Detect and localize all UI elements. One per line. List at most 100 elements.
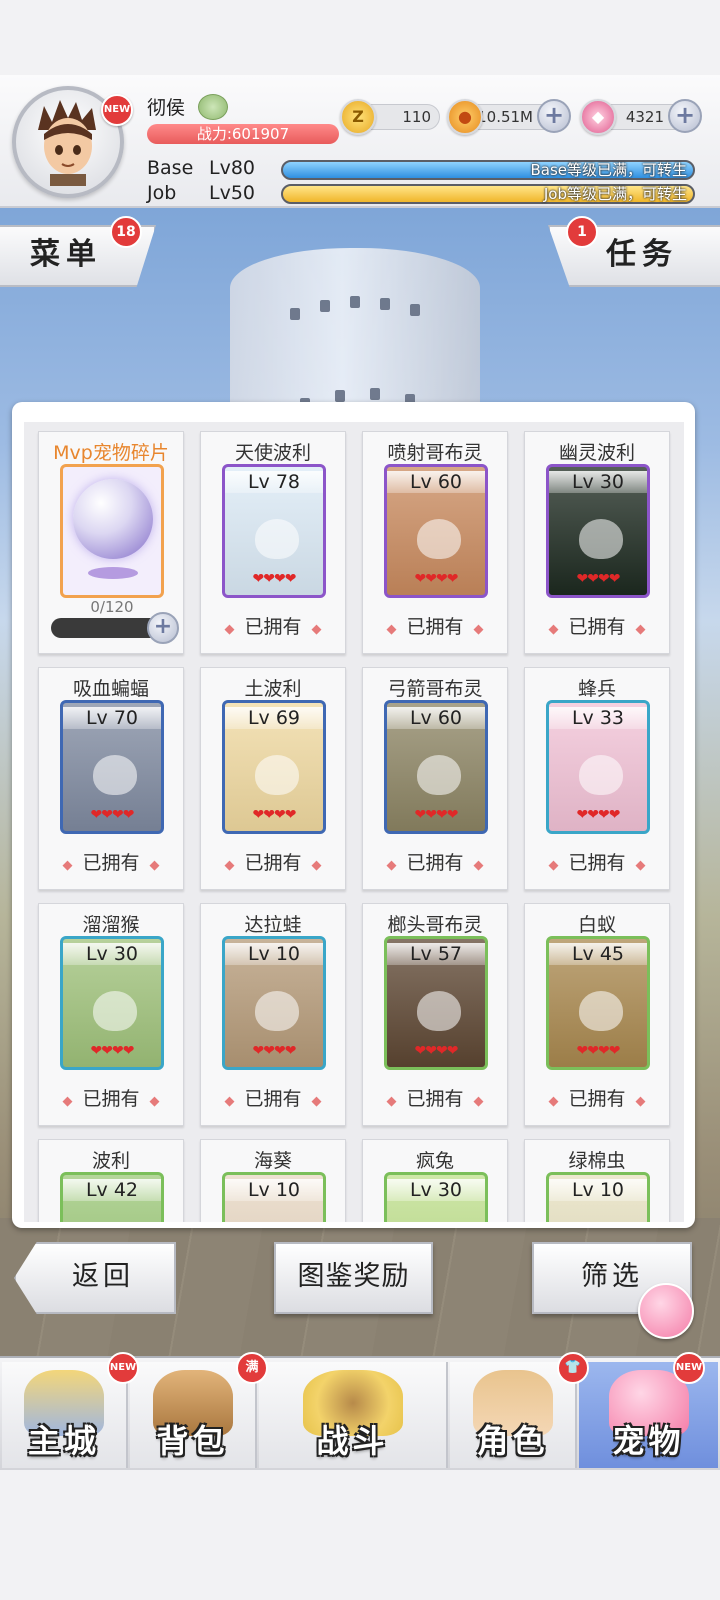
pet-card[interactable]: 吸血蝙蝠 Lv 70 ❤❤❤❤ ◆ 已拥有 ◆ (38, 667, 184, 890)
owned-label: 已拥有 (82, 1088, 140, 1110)
mvp-fragment-image (60, 464, 164, 598)
zeny-amount: 110 (402, 108, 431, 126)
mvp-fragment-card[interactable]: Mvp宠物碎片 0/120 + (38, 431, 184, 654)
pet-portrait: Lv 78 ❤❤❤❤ (222, 464, 326, 598)
pet-level: Lv 42 (63, 1179, 161, 1201)
nav-pet-badge: NEW (673, 1352, 705, 1384)
back-button[interactable]: 返回 (14, 1242, 176, 1314)
pet-name: 蜂兵 (577, 678, 616, 700)
diamond-icon: ◆ (311, 622, 322, 637)
pet-name: 达拉蛙 (244, 914, 302, 936)
avatar-new-badge: NEW (101, 94, 133, 126)
pet-level: Lv 60 (387, 471, 485, 493)
diamond-icon: ◆ (635, 622, 646, 637)
owned-status: ◆ 已拥有 ◆ (201, 612, 345, 639)
pet-portrait: Lv 10❤❤❤❤ (222, 936, 326, 1070)
add-fragment-button[interactable]: + (147, 612, 179, 644)
pet-name: 弓箭哥布灵 (387, 678, 483, 700)
owned-label: 已拥有 (568, 1088, 626, 1110)
diamond-icon: ◆ (62, 1094, 73, 1109)
pet-name: 疯兔 (415, 1150, 454, 1172)
task-badge: 1 (566, 216, 598, 248)
job-label: Job (147, 182, 177, 204)
pet-portrait: Lv 10❤❤❤❤ (222, 1172, 326, 1222)
pet-card[interactable]: 达拉蛙 Lv 10 ❤❤❤❤ ◆ 已拥有 ◆ (200, 903, 346, 1126)
nav-bag[interactable]: 背包 (130, 1362, 257, 1468)
combat-power: 战力:601907 (147, 124, 339, 144)
job-level: Lv50 (209, 182, 256, 204)
pet-creature-icon (579, 755, 623, 795)
pet-portrait: Lv 30❤❤❤❤ (60, 936, 164, 1070)
base-level: Lv80 (209, 157, 256, 179)
pet-affection-hearts: ❤❤❤❤ (414, 571, 459, 587)
diamond-icon: ◆ (311, 1094, 322, 1109)
pet-portrait: Lv 10❤❤❤❤ (546, 1172, 650, 1222)
owned-label: 已拥有 (568, 616, 626, 638)
diamond-icon: ◆ (386, 622, 397, 637)
gem-icon: ◆ (580, 99, 616, 135)
pet-level: Lv 57 (387, 943, 485, 965)
pet-card[interactable]: 白蚁 Lv 45 ❤❤❤❤ ◆ 已拥有 ◆ (524, 903, 670, 1126)
pet-card[interactable]: 海葵Lv 10❤❤❤❤◆已拥有◆ (200, 1139, 346, 1222)
diamond-icon: ◆ (386, 858, 397, 873)
pet-card[interactable]: 弓箭哥布灵 Lv 60 ❤❤❤❤ ◆ 已拥有 ◆ (362, 667, 508, 890)
owned-label: 已拥有 (244, 616, 302, 638)
nav-character[interactable]: 角色 (450, 1362, 577, 1468)
add-gold-button[interactable]: + (537, 99, 571, 133)
menu-badge: 18 (110, 216, 142, 248)
pet-name: 波利 (91, 1150, 130, 1172)
nav-battle[interactable]: 战斗 (259, 1362, 448, 1468)
pet-portrait: Lv 30❤❤❤❤ (384, 1172, 488, 1222)
pet-name: 白蚁 (577, 914, 616, 936)
owned-status: ◆ 已拥有 ◆ (525, 848, 669, 875)
diamond-icon: ◆ (224, 1094, 235, 1109)
pet-level: Lv 30 (549, 471, 647, 493)
pet-name: 喷射哥布灵 (387, 442, 483, 464)
gold-coin-icon: ● (447, 99, 483, 135)
pet-card[interactable]: 疯兔Lv 30❤❤❤❤◆已拥有◆ (362, 1139, 508, 1222)
nav-character-label: 角色 (476, 1422, 549, 1460)
pet-portrait: Lv 42❤❤❤❤ (60, 1172, 164, 1222)
diamond-icon: ◆ (473, 858, 484, 873)
pet-card[interactable]: 溜溜猴 Lv 30 ❤❤❤❤ ◆ 已拥有 ◆ (38, 903, 184, 1126)
pet-card[interactable]: 喷射哥布灵 Lv 60 ❤❤❤❤ ◆ 已拥有 ◆ (362, 431, 508, 654)
pet-affection-hearts: ❤❤❤❤ (576, 571, 621, 587)
collection-reward-button[interactable]: 图鉴奖励 (274, 1242, 433, 1314)
pet-name: 天使波利 (234, 442, 311, 464)
pet-portrait: Lv 30 ❤❤❤❤ (546, 464, 650, 598)
pet-affection-hearts: ❤❤❤❤ (576, 1043, 621, 1059)
add-gem-button[interactable]: + (668, 99, 702, 133)
pet-card[interactable]: 幽灵波利 Lv 30 ❤❤❤❤ ◆ 已拥有 ◆ (524, 431, 670, 654)
nav-pet-label: 宠物 (612, 1422, 685, 1460)
poring-mascot-icon[interactable] (638, 1283, 694, 1339)
owned-status: ◆ 已拥有 ◆ (39, 848, 183, 875)
menu-tab-label: 菜单 (30, 237, 102, 272)
owned-label: 已拥有 (244, 852, 302, 874)
pet-level: Lv 10 (225, 943, 323, 965)
pet-name: 土波利 (244, 678, 302, 700)
nav-main-city[interactable]: 主城 (2, 1362, 128, 1468)
pet-name: 海葵 (253, 1150, 292, 1172)
mvp-fragment-title: Mvp宠物碎片 (53, 442, 169, 464)
pet-name: 溜溜猴 (82, 914, 140, 936)
diamond-icon: ◆ (149, 858, 160, 873)
diamond-icon: ◆ (149, 1094, 160, 1109)
pet-level: Lv 45 (549, 943, 647, 965)
pet-affection-hearts: ❤❤❤❤ (90, 807, 135, 823)
pet-card[interactable]: 榔头哥布灵 Lv 57 ❤❤❤❤ ◆ 已拥有 ◆ (362, 903, 508, 1126)
diamond-icon: ◆ (635, 858, 646, 873)
pet-grid[interactable]: Mvp宠物碎片 0/120 + 天使波利 Lv 78 ❤❤❤❤ ◆ 已拥有 ◆ 喷射哥布灵 L… (24, 422, 684, 1222)
owned-status: ◆ 已拥有 ◆ (39, 1084, 183, 1111)
nav-character-badge: 👕 (557, 1352, 589, 1384)
pet-card[interactable]: 天使波利 Lv 78 ❤❤❤❤ ◆ 已拥有 ◆ (200, 431, 346, 654)
pet-card[interactable]: 土波利 Lv 69 ❤❤❤❤ ◆ 已拥有 ◆ (200, 667, 346, 890)
zeny-coin-icon: Z (340, 99, 376, 135)
pet-portrait: Lv 60 ❤❤❤❤ (384, 464, 488, 598)
pet-card[interactable]: 蜂兵 Lv 33 ❤❤❤❤ ◆ 已拥有 ◆ (524, 667, 670, 890)
gold-currency: ● 10.51M + (447, 99, 571, 135)
diamond-icon: ◆ (548, 858, 559, 873)
pet-card[interactable]: 绿棉虫Lv 10❤❤❤❤◆已拥有◆ (524, 1139, 670, 1222)
owned-status: ◆ 已拥有 ◆ (525, 1084, 669, 1111)
pet-card[interactable]: 波利Lv 42❤❤❤❤◆已拥有◆ (38, 1139, 184, 1222)
guild-icon[interactable] (198, 94, 228, 120)
